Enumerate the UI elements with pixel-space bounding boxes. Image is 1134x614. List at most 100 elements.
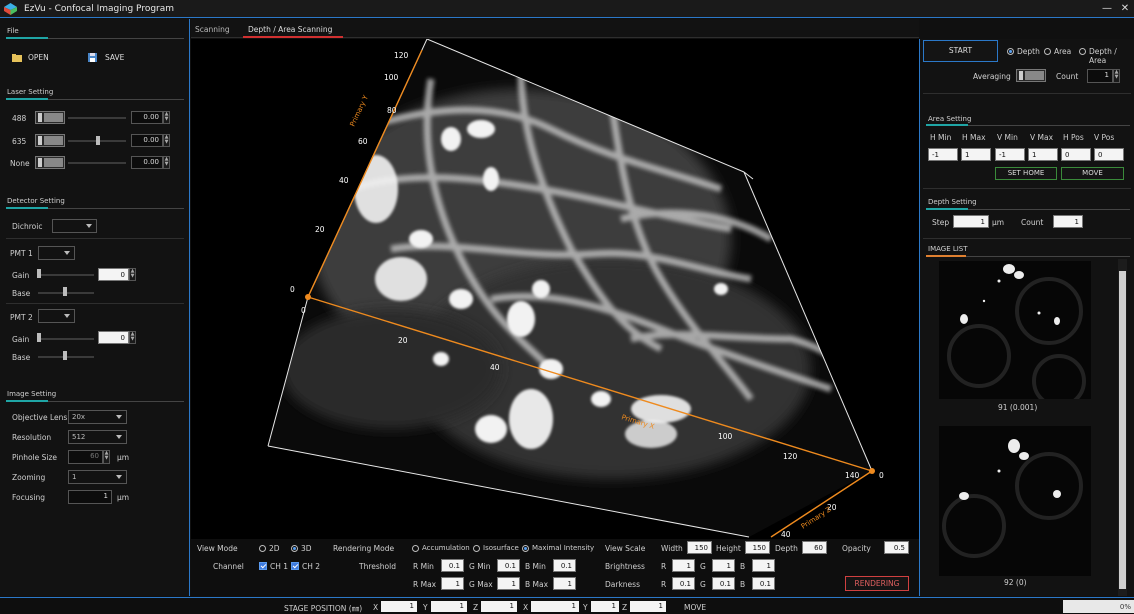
- target-z-input[interactable]: 1: [630, 601, 666, 612]
- pmt2-dropdown[interactable]: [38, 309, 75, 323]
- volume-render-viewport[interactable]: 120 100 80 60 40 20 0 0 20 40 100 120 14…: [191, 39, 919, 539]
- averaging-count-spinner[interactable]: ▲ ▼: [1113, 69, 1120, 83]
- averaging-count-input[interactable]: 1: [1087, 69, 1113, 83]
- save-button[interactable]: SAVE: [88, 53, 138, 65]
- laser-power-input[interactable]: 0.00: [131, 156, 163, 169]
- z-tick: 0: [879, 471, 884, 480]
- file-section-title: File: [7, 27, 19, 35]
- height-input[interactable]: 150: [745, 541, 770, 554]
- pmt1-dropdown[interactable]: [38, 246, 75, 260]
- open-button[interactable]: OPEN: [12, 53, 62, 65]
- v-max-input[interactable]: 1: [1028, 148, 1058, 161]
- scan-depth-area-radio[interactable]: [1079, 48, 1086, 55]
- brightness-g-input[interactable]: 1: [712, 559, 735, 572]
- close-button[interactable]: ✕: [1118, 3, 1132, 14]
- laser-label: None: [10, 159, 30, 168]
- v-pos-header: V Pos: [1094, 133, 1115, 142]
- laser-spinner[interactable]: ▲ ▼: [163, 134, 170, 147]
- r-max-input[interactable]: 1: [441, 577, 464, 590]
- laser-toggle[interactable]: [35, 111, 65, 124]
- primary-y-axis-label: Primary Y: [349, 93, 371, 127]
- resolution-dropdown[interactable]: 512: [68, 430, 127, 444]
- stage-z-input[interactable]: 1: [481, 601, 517, 612]
- b-min-input[interactable]: 0.1: [553, 559, 576, 572]
- laser-power-input[interactable]: 0.00: [131, 134, 163, 147]
- pmt1-base-thumb[interactable]: [63, 287, 67, 296]
- brightness-r-input[interactable]: 1: [672, 559, 695, 572]
- stage-y-input[interactable]: 1: [431, 601, 467, 612]
- b-max-input[interactable]: 1: [553, 577, 576, 590]
- darkness-b-input[interactable]: 0.1: [752, 577, 775, 590]
- pmt2-gain-slider[interactable]: [38, 338, 94, 340]
- focusing-input[interactable]: 1: [68, 490, 112, 504]
- laser-spinner[interactable]: ▲ ▼: [163, 156, 170, 169]
- start-button[interactable]: START: [923, 40, 998, 62]
- scan-depth-radio[interactable]: [1007, 48, 1014, 55]
- maximal-intensity-radio[interactable]: [522, 545, 529, 552]
- depth-count-input[interactable]: 1: [1053, 215, 1083, 228]
- set-home-button[interactable]: SET HOME: [995, 167, 1057, 180]
- h-min-input[interactable]: -1: [928, 148, 958, 161]
- accumulation-radio[interactable]: [412, 545, 419, 552]
- ch1-checkbox[interactable]: [259, 562, 267, 570]
- move-button[interactable]: MOVE: [1061, 167, 1124, 180]
- darkness-g-input[interactable]: 0.1: [712, 577, 735, 590]
- g-max-input[interactable]: 1: [497, 577, 520, 590]
- darkness-r-input[interactable]: 0.1: [672, 577, 695, 590]
- pmt2-gain-input[interactable]: 0: [98, 331, 129, 344]
- laser-toggle[interactable]: [35, 134, 65, 147]
- r-min-input[interactable]: 0.1: [441, 559, 464, 572]
- laser-toggle[interactable]: [35, 156, 65, 169]
- image-list-scrollbar-thumb[interactable]: [1119, 271, 1126, 589]
- laser-slider[interactable]: [68, 162, 126, 164]
- ch2-checkbox[interactable]: [291, 562, 299, 570]
- objective-lens-dropdown[interactable]: 20x: [68, 410, 127, 424]
- view-mode-2d-radio[interactable]: [259, 545, 266, 552]
- laser-power-input[interactable]: 0.00: [131, 111, 163, 124]
- pmt1-gain-input[interactable]: 0: [98, 268, 129, 281]
- stage-move-button[interactable]: MOVE: [684, 603, 706, 612]
- v-max-header: V Max: [1030, 133, 1054, 142]
- pmt1-gain-thumb[interactable]: [37, 269, 41, 278]
- pmt2-base-thumb[interactable]: [63, 351, 67, 360]
- opacity-input[interactable]: 0.5: [884, 541, 909, 554]
- pinhole-size-spinner[interactable]: ▲ ▼: [103, 450, 110, 464]
- pmt1-gain-spinner[interactable]: ▲ ▼: [129, 268, 136, 281]
- averaging-toggle[interactable]: [1016, 69, 1046, 82]
- brightness-b-input[interactable]: 1: [752, 559, 775, 572]
- v-min-input[interactable]: -1: [995, 148, 1025, 161]
- pinhole-size-input[interactable]: 60: [68, 450, 103, 464]
- pmt2-gain-spinner[interactable]: ▲ ▼: [129, 331, 136, 344]
- tab-scanning[interactable]: Scanning: [195, 25, 230, 34]
- rendering-button[interactable]: RENDERING: [845, 576, 909, 591]
- depth-input[interactable]: 60: [802, 541, 827, 554]
- width-input[interactable]: 150: [687, 541, 712, 554]
- image-thumbnail[interactable]: [939, 426, 1091, 576]
- view-mode-3d-radio[interactable]: [291, 545, 298, 552]
- x-tick: 140: [845, 471, 860, 480]
- pmt2-gain-thumb[interactable]: [37, 333, 41, 342]
- image-list-scrollbar[interactable]: [1118, 259, 1127, 596]
- scan-area-radio[interactable]: [1044, 48, 1051, 55]
- isosurface-radio[interactable]: [473, 545, 480, 552]
- tab-depth-area-scanning[interactable]: Depth / Area Scanning: [248, 25, 332, 34]
- h-pos-input[interactable]: 0: [1061, 148, 1091, 161]
- h-max-input[interactable]: 1: [961, 148, 991, 161]
- step-input[interactable]: 1: [953, 215, 989, 228]
- progress-bar: 0%: [1063, 600, 1134, 613]
- pinhole-unit: μm: [117, 453, 130, 462]
- image-thumbnail[interactable]: [939, 261, 1091, 399]
- target-y-input[interactable]: 1: [591, 601, 619, 612]
- target-x-input[interactable]: 1: [531, 601, 579, 612]
- laser-slider-thumb[interactable]: [96, 136, 100, 145]
- g-min-input[interactable]: 0.1: [497, 559, 520, 572]
- v-pos-input[interactable]: 0: [1094, 148, 1124, 161]
- zooming-dropdown[interactable]: 1: [68, 470, 127, 484]
- minimize-button[interactable]: —: [1100, 3, 1114, 14]
- pmt1-gain-slider[interactable]: [38, 274, 94, 276]
- pmt1-label: PMT 1: [10, 249, 33, 258]
- laser-slider[interactable]: [68, 117, 126, 119]
- dichroic-dropdown[interactable]: [52, 219, 97, 233]
- stage-x-input[interactable]: 1: [381, 601, 417, 612]
- laser-spinner[interactable]: ▲ ▼: [163, 111, 170, 124]
